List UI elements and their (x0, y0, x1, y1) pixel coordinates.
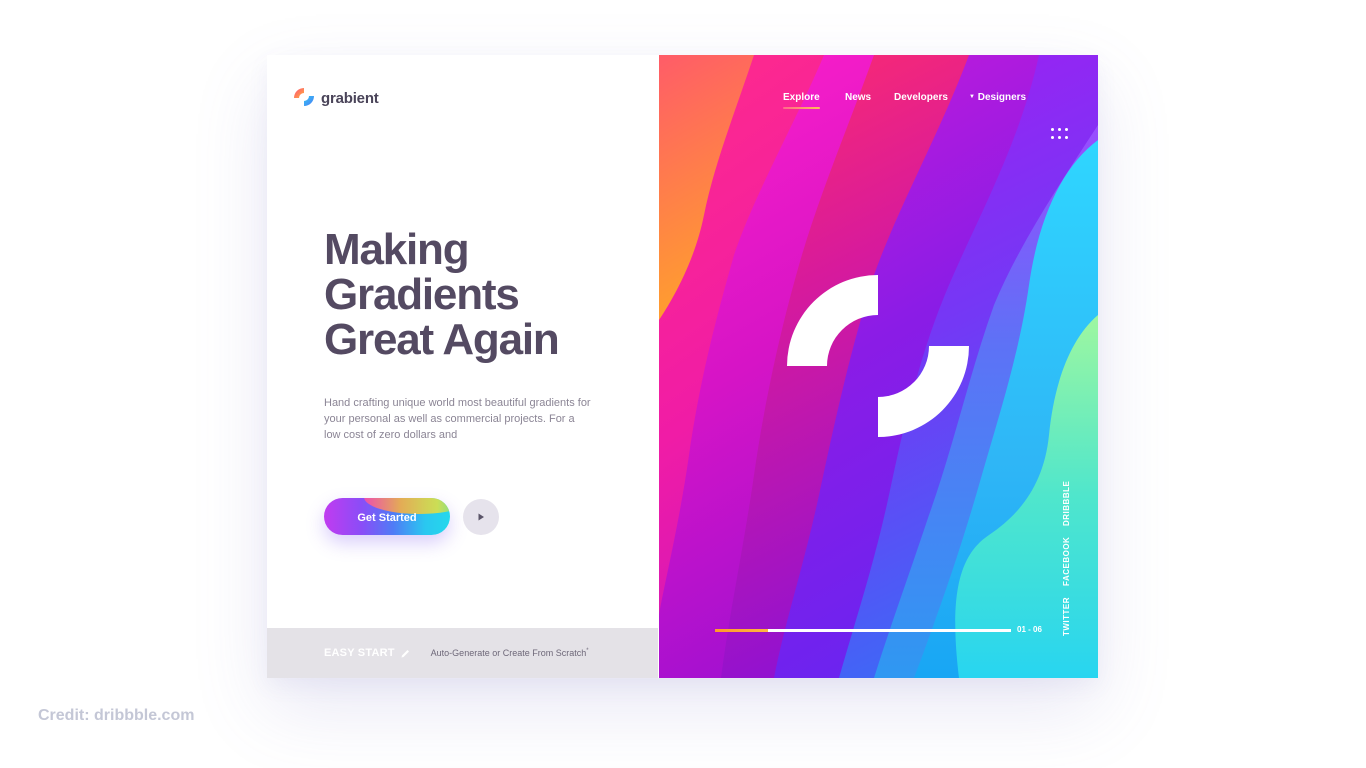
pencil-icon (401, 649, 409, 657)
headline-line-1: Making (324, 225, 470, 274)
slide-progress-fill (715, 629, 769, 632)
nav-news[interactable]: News (845, 92, 871, 103)
play-video-button[interactable] (463, 499, 499, 535)
footer-note: Auto-Generate or Create From Scratch* (431, 648, 589, 658)
grid-dots-icon[interactable] (1051, 128, 1069, 140)
landing-card: grabient Making Gradients Great Again Ha… (267, 55, 1098, 678)
social-link-facebook[interactable]: FACEBOOK (1062, 537, 1071, 586)
nav-explore[interactable]: Explore (783, 92, 820, 109)
social-link-dribbble[interactable]: DRIBBBLE (1062, 481, 1071, 526)
grabient-mark-icon (787, 275, 969, 437)
hero-headline: Making Gradients Great Again (324, 225, 560, 364)
get-started-button[interactable]: Get Started (324, 498, 450, 535)
play-icon (478, 513, 484, 521)
footer-note-text: Auto-Generate or Create From Scratch (430, 648, 587, 658)
brand-name: grabient (321, 89, 379, 107)
social-link-twitter[interactable]: TWITTER (1062, 597, 1071, 636)
top-navigation: Explore News Developers ▼ Designers (659, 92, 1098, 139)
easy-start-label: EASY START (324, 647, 395, 659)
headline-line-2: Gradients (324, 270, 520, 319)
slide-progress-bar[interactable] (715, 629, 1011, 632)
image-credit: Credit: dribbble.com (38, 707, 195, 724)
nav-designers[interactable]: ▼ Designers (969, 92, 1026, 103)
brand-logo[interactable]: grabient (293, 87, 379, 109)
gradient-hero-panel: Explore News Developers ▼ Designers 01 -… (659, 55, 1098, 678)
left-panel: grabient Making Gradients Great Again Ha… (267, 55, 658, 678)
nav-developers[interactable]: Developers (894, 92, 948, 103)
easy-start-link[interactable]: EASY START (324, 647, 411, 659)
footer-note-mark: * (586, 648, 589, 654)
headline-line-3: Great Again (324, 315, 560, 364)
get-started-label: Get Started (357, 512, 417, 524)
nav-designers-label: Designers (977, 92, 1027, 103)
hero-description: Hand crafting unique world most beautifu… (324, 397, 591, 441)
grabient-logo-icon (294, 88, 314, 106)
slide-counter: 01 - 06 (1017, 625, 1042, 634)
caret-down-icon: ▼ (969, 94, 975, 100)
footer-bar: EASY START Auto-Generate or Create From … (267, 628, 658, 678)
